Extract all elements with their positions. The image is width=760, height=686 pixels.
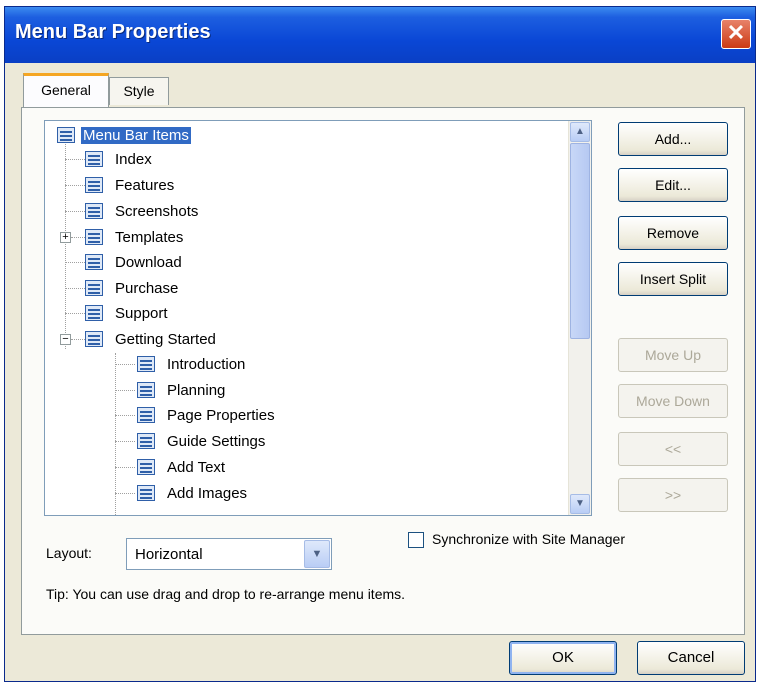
scroll-thumb[interactable]	[570, 143, 590, 339]
menu-item-icon	[57, 127, 75, 143]
menu-item-icon	[85, 254, 103, 270]
close-button[interactable]: ✕	[721, 19, 751, 49]
menu-item-icon	[137, 459, 155, 475]
scroll-down-icon[interactable]: ▼	[570, 494, 590, 514]
edit-button[interactable]: Edit...	[618, 168, 728, 202]
move-right-button[interactable]: >>	[618, 478, 728, 512]
menu-item-icon	[85, 229, 103, 245]
tree-item-label: Add Images	[167, 484, 248, 502]
tree-item-label: Getting Started	[115, 330, 216, 348]
tree-connector	[65, 141, 66, 349]
tree-item-label: Planning	[167, 381, 226, 399]
tree-child-planning[interactable]: Planning	[137, 378, 225, 402]
menu-item-icon	[85, 203, 103, 219]
layout-select[interactable]: Horizontal ▼	[126, 538, 332, 570]
sync-label: Synchronize with Site Manager	[432, 531, 625, 547]
tree-item-label: Support	[115, 304, 168, 322]
tab-general[interactable]: General	[23, 73, 109, 107]
tree-item-download[interactable]: Download	[85, 250, 182, 274]
menu-item-icon	[85, 331, 103, 347]
cancel-button[interactable]: Cancel	[637, 641, 745, 675]
tree-item-index[interactable]: Index	[85, 147, 152, 171]
tree-child-add-text[interactable]: Add Text	[137, 455, 225, 479]
ok-button[interactable]: OK	[509, 641, 617, 675]
move-down-button[interactable]: Move Down	[618, 384, 728, 418]
title-bar[interactable]: Menu Bar Properties ✕	[5, 7, 755, 63]
menu-item-icon	[137, 485, 155, 501]
tree-item-label: Introduction	[167, 355, 246, 373]
chevron-down-icon[interactable]: ▼	[304, 540, 330, 568]
tree-item-label: Add Text	[167, 458, 226, 476]
move-left-button[interactable]: <<	[618, 432, 728, 466]
tree-child-introduction[interactable]: Introduction	[137, 352, 245, 376]
dialog-window: Menu Bar Properties ✕ General Style Menu…	[4, 6, 756, 682]
menu-item-icon	[85, 151, 103, 167]
tab-style[interactable]: Style	[109, 77, 169, 105]
tree-item-label: Purchase	[115, 279, 179, 297]
tree-item-label: Guide Settings	[167, 432, 266, 450]
menu-item-icon	[85, 305, 103, 321]
add-button[interactable]: Add...	[618, 122, 728, 156]
tree-child-page-properties[interactable]: Page Properties	[137, 403, 275, 427]
tree-item-label: Download	[115, 253, 182, 271]
tree-item-label: Features	[115, 176, 175, 194]
expand-templates-icon[interactable]: +	[60, 232, 71, 243]
sync-checkbox[interactable]	[408, 532, 424, 548]
tree-item-templates[interactable]: Templates	[85, 225, 183, 249]
tree-root[interactable]: Menu Bar Items	[57, 123, 191, 147]
tree-child-guide-settings[interactable]: Guide Settings	[137, 429, 265, 453]
dialog-title: Menu Bar Properties	[15, 21, 211, 43]
menu-item-icon	[85, 280, 103, 296]
menu-item-icon	[137, 433, 155, 449]
insert-split-button[interactable]: Insert Split	[618, 262, 728, 296]
tree-item-screenshots[interactable]: Screenshots	[85, 199, 198, 223]
tree-item-label: Index	[115, 150, 152, 168]
tree-item-label: Page Properties	[167, 406, 275, 424]
tree-item-features[interactable]: Features	[85, 173, 174, 197]
tree-item-getting-started[interactable]: Getting Started	[85, 327, 216, 351]
remove-button[interactable]: Remove	[618, 216, 728, 250]
tree-scrollbar[interactable]: ▲ ▼	[568, 121, 591, 515]
tip-text: Tip: You can use drag and drop to re-arr…	[46, 586, 406, 602]
tree-item-purchase[interactable]: Purchase	[85, 276, 178, 300]
menu-item-icon	[137, 407, 155, 423]
tree-item-label: Templates	[115, 228, 184, 246]
move-up-button[interactable]: Move Up	[618, 338, 728, 372]
tree-item-support[interactable]: Support	[85, 301, 168, 325]
menu-item-icon	[137, 356, 155, 372]
general-panel: Menu Bar Items Index Features Screenshot…	[21, 107, 745, 635]
layout-select-value: Horizontal	[135, 546, 203, 563]
menu-item-icon	[85, 177, 103, 193]
tree-item-label: Screenshots	[115, 202, 199, 220]
menu-items-tree[interactable]: Menu Bar Items Index Features Screenshot…	[44, 120, 592, 516]
menu-item-icon	[137, 382, 155, 398]
collapse-getting-started-icon[interactable]: −	[60, 334, 71, 345]
layout-label: Layout:	[46, 545, 92, 561]
scroll-up-icon[interactable]: ▲	[570, 122, 590, 142]
tree-child-add-images[interactable]: Add Images	[137, 481, 247, 505]
tree-root-label: Menu Bar Items	[81, 126, 191, 144]
tree-connector	[115, 353, 116, 515]
